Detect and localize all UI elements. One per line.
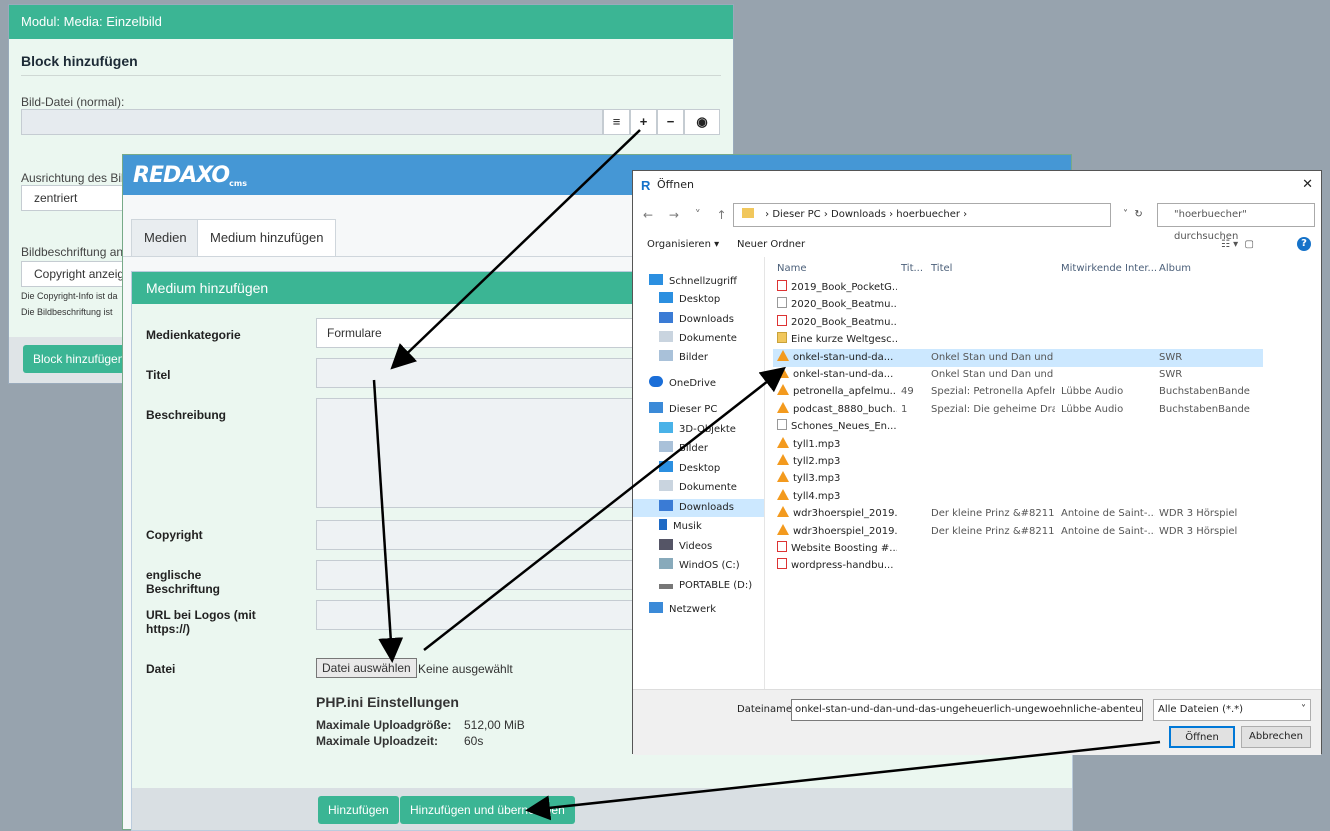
- arrow-title-to-file: [372, 379, 404, 663]
- arrow-file-to-dialog: [423, 366, 786, 651]
- arrow-plus-to-title: [390, 129, 641, 370]
- arrow-open-to-apply: [525, 740, 1161, 821]
- annotation-arrows: [372, 129, 1161, 821]
